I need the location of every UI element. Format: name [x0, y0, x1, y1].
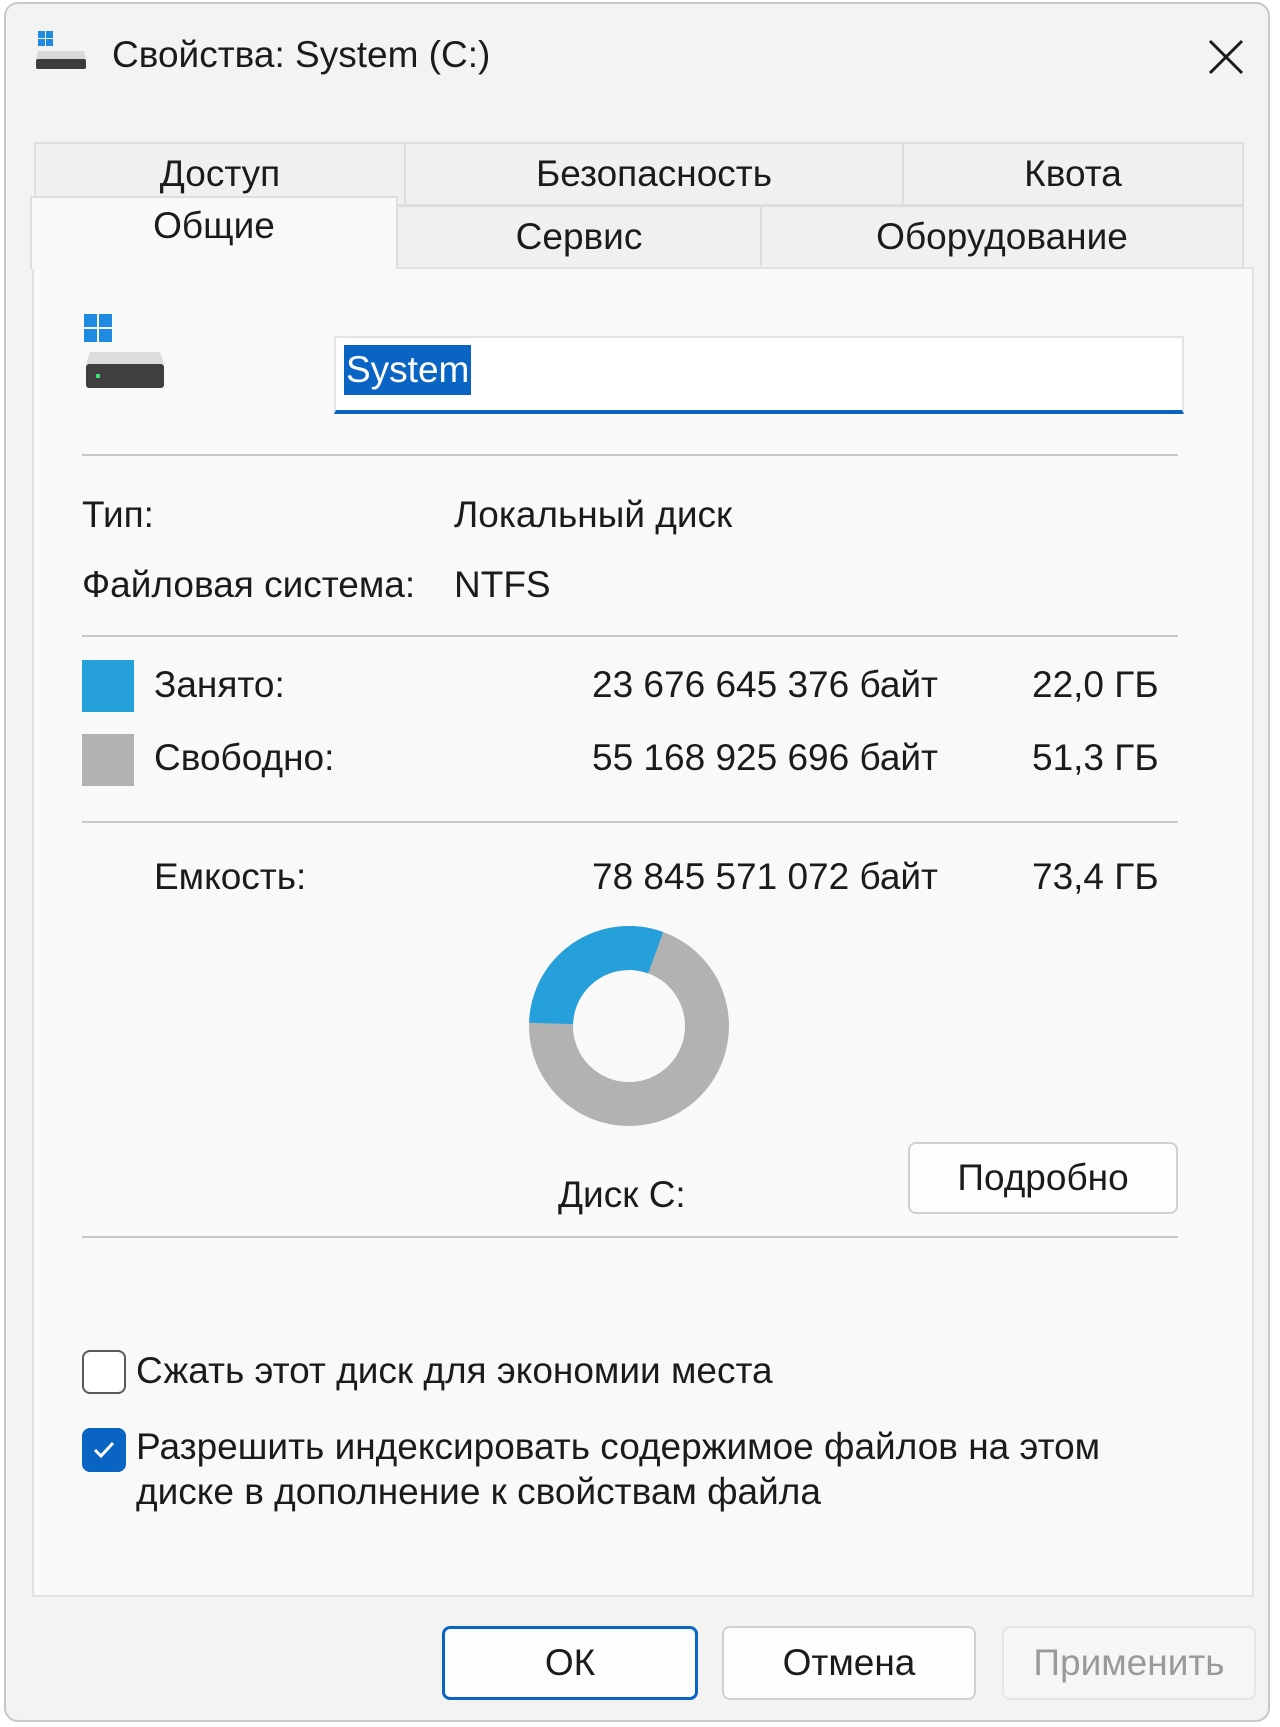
properties-window: Свойства: System (C:) Доступ Безопасност… [4, 2, 1270, 1722]
compress-checkbox[interactable] [82, 1350, 126, 1394]
separator [82, 821, 1178, 823]
compress-label[interactable]: Сжать этот диск для экономии места [136, 1350, 773, 1392]
apply-button[interactable]: Применить [1002, 1626, 1256, 1700]
window-title: Свойства: System (C:) [112, 34, 491, 75]
free-color-swatch [82, 734, 134, 786]
tab-quota[interactable]: Квота [902, 142, 1244, 206]
index-label-line2[interactable]: диске в дополнение к свойствам файла [136, 1471, 821, 1513]
separator [82, 454, 1178, 456]
close-button[interactable] [1198, 30, 1254, 84]
details-button[interactable]: Подробно [908, 1142, 1178, 1214]
index-checkbox[interactable] [82, 1428, 126, 1472]
filesystem-value: NTFS [454, 564, 551, 605]
tab-general[interactable]: Общие [30, 196, 398, 269]
drive-icon [84, 314, 164, 388]
separator [82, 1236, 1178, 1238]
used-bytes: 23 676 645 376 байт [592, 664, 939, 705]
separator [82, 635, 1178, 637]
used-gb: 22,0 ГБ [1032, 664, 1159, 705]
cancel-button[interactable]: Отмена [722, 1626, 976, 1700]
tab-service[interactable]: Сервис [396, 205, 762, 269]
used-color-swatch [82, 660, 134, 712]
index-label-line1[interactable]: Разрешить индексировать содержимое файло… [136, 1426, 1100, 1468]
free-gb: 51,3 ГБ [1032, 737, 1159, 778]
type-value: Локальный диск [454, 494, 733, 535]
tab-security[interactable]: Безопасность [404, 142, 904, 206]
drive-icon [36, 31, 86, 69]
close-icon [1208, 39, 1244, 75]
drive-name-selected-text: System [344, 345, 472, 395]
capacity-gb: 73,4 ГБ [1032, 856, 1159, 897]
checkmark-icon [93, 1441, 115, 1459]
free-bytes: 55 168 925 696 байт [592, 737, 939, 778]
free-label: Свободно: [154, 737, 335, 778]
used-label: Занято: [154, 664, 285, 705]
tab-hardware[interactable]: Оборудование [760, 205, 1244, 269]
ok-button[interactable]: ОК [442, 1626, 698, 1700]
filesystem-label: Файловая система: [82, 564, 416, 605]
capacity-bytes: 78 845 571 072 байт [592, 856, 939, 897]
disk-usage-donut [529, 926, 729, 1126]
capacity-label: Емкость: [154, 856, 307, 897]
type-label: Тип: [82, 494, 154, 535]
disk-label: Диск C: [558, 1174, 686, 1215]
